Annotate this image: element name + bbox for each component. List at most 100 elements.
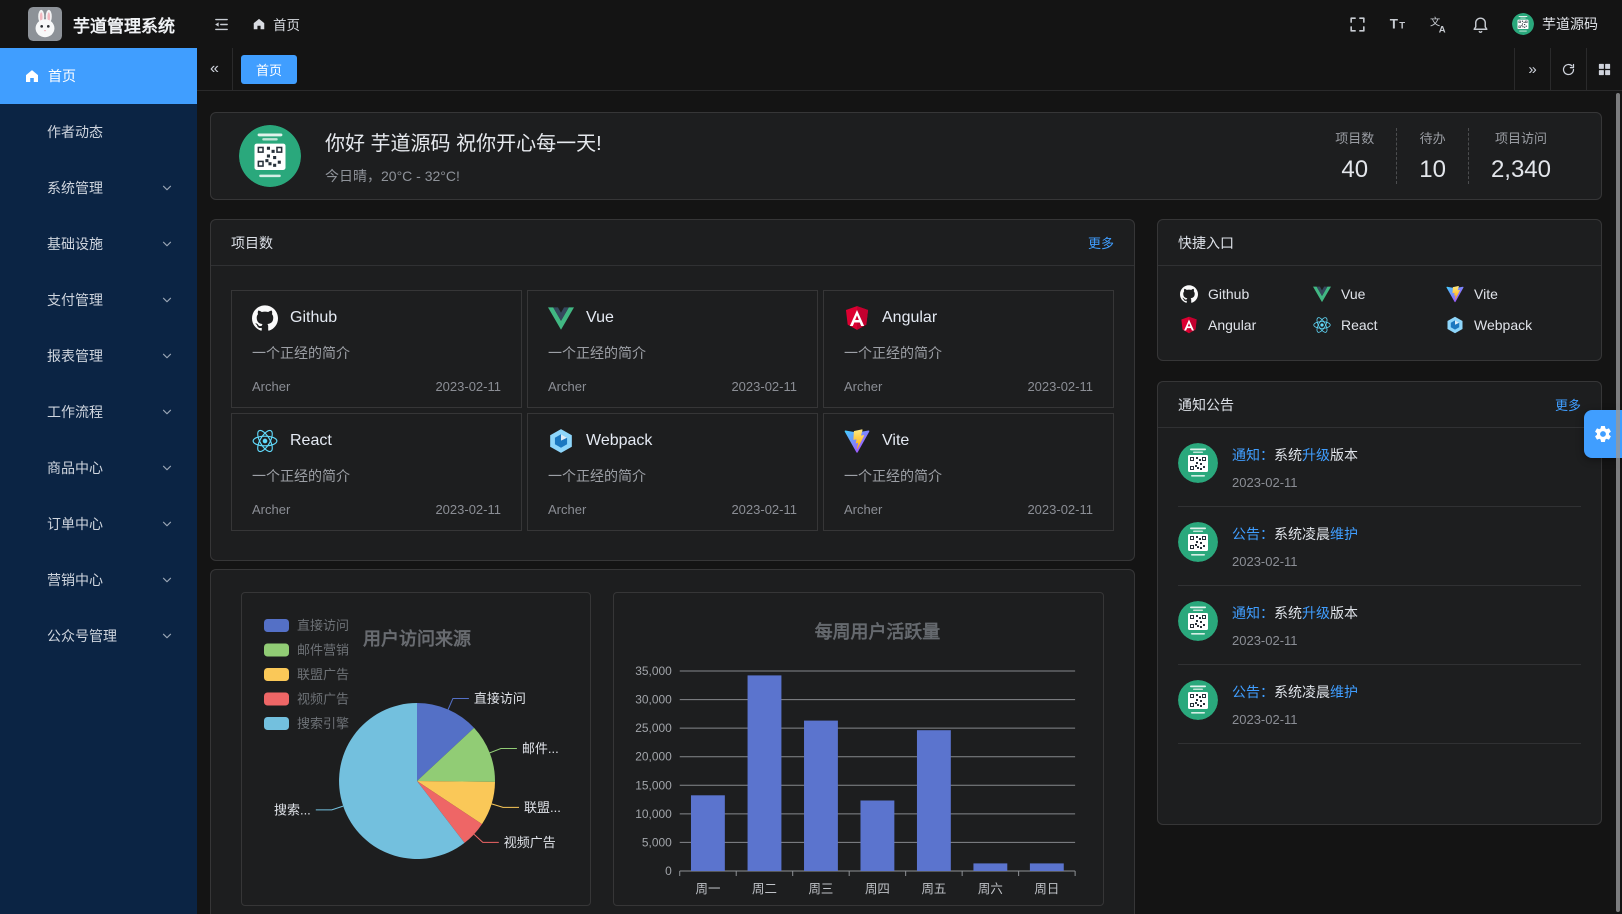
tabs-scroll-right-icon[interactable]: »: [1514, 48, 1550, 90]
notice-title[interactable]: 公告：系统凌晨维护: [1232, 682, 1358, 702]
projects-more-link[interactable]: 更多: [1088, 233, 1114, 252]
refresh-icon[interactable]: [1550, 48, 1586, 90]
svg-text:0: 0: [665, 864, 672, 878]
shortcuts-grid: Github Vue Vite AngularReactWebpack: [1158, 266, 1601, 353]
project-desc: 一个正经的简介: [844, 343, 1093, 363]
sidebar-item-作者动态[interactable]: 作者动态: [0, 104, 197, 160]
project-card-vite[interactable]: Vite一个正经的简介Archer2023-02-11: [823, 413, 1114, 531]
notice-avatar: [1178, 443, 1218, 483]
notice-date: 2023-02-11: [1232, 712, 1358, 727]
shortcut-webpack[interactable]: Webpack: [1446, 316, 1579, 334]
svg-text:每周用户活跃量: 每周用户活跃量: [815, 621, 940, 642]
notice-item: 通知：系统升级版本 2023-02-11: [1178, 586, 1581, 665]
stat-todo: 待办 10: [1396, 128, 1468, 184]
sidebar-item-支付管理[interactable]: 支付管理: [0, 272, 197, 328]
angular-icon: [844, 305, 870, 331]
svg-text:视频广告: 视频广告: [297, 692, 349, 707]
svg-text:20,000: 20,000: [635, 750, 672, 764]
chevron-down-icon: [161, 574, 173, 586]
sidebar-item-公众号管理[interactable]: 公众号管理: [0, 608, 197, 664]
chevron-down-icon: [161, 350, 173, 362]
project-name: Webpack: [586, 432, 652, 450]
svg-text:周四: 周四: [865, 882, 890, 896]
notice-item: 公告：系统凌晨维护 2023-02-11: [1178, 665, 1581, 744]
bar-周四: [860, 801, 894, 872]
sidebar-item-label: 作者动态: [47, 122, 181, 142]
pie-chart-panel: 用户访问来源直接访问邮件营销联盟广告视频广告搜索引擎直接访问邮件...联盟...…: [241, 592, 591, 906]
svg-text:周二: 周二: [752, 882, 777, 896]
sidebar-item-订单中心[interactable]: 订单中心: [0, 496, 197, 552]
sidebar-item-营销中心[interactable]: 营销中心: [0, 552, 197, 608]
fullscreen-icon[interactable]: [1348, 15, 1367, 34]
home-icon: [24, 68, 40, 84]
vite-icon: [844, 428, 870, 454]
shortcut-vite[interactable]: Vite: [1446, 285, 1579, 303]
breadcrumb-home: 首页: [273, 14, 300, 34]
notice-title[interactable]: 公告：系统凌晨维护: [1232, 524, 1358, 544]
project-card-vue[interactable]: Vue一个正经的简介Archer2023-02-11: [527, 290, 818, 408]
shortcut-angular[interactable]: Angular: [1180, 316, 1313, 334]
vertical-scrollbar[interactable]: [1616, 93, 1620, 912]
project-author: Archer: [548, 379, 586, 394]
project-card-webpack[interactable]: Webpack一个正经的简介Archer2023-02-11: [527, 413, 818, 531]
sidebar-item-商品中心[interactable]: 商品中心: [0, 440, 197, 496]
logo-area[interactable]: 芋道管理系统: [28, 7, 200, 41]
tabs-collapse-left-icon[interactable]: «: [197, 48, 233, 90]
project-author: Archer: [844, 502, 882, 517]
charts-card: 用户访问来源直接访问邮件营销联盟广告视频广告搜索引擎直接访问邮件...联盟...…: [210, 569, 1135, 914]
bell-icon[interactable]: [1471, 15, 1490, 34]
welcome-greeting: 你好 芋道源码 祝你开心每一天!: [325, 127, 602, 156]
project-name: React: [290, 432, 332, 450]
project-desc: 一个正经的简介: [844, 466, 1093, 486]
tab-home[interactable]: 首页: [241, 55, 297, 84]
shortcut-label: Vue: [1341, 286, 1365, 302]
project-author: Archer: [252, 379, 290, 394]
layout-grid-icon[interactable]: [1586, 48, 1622, 90]
sidebar-item-工作流程[interactable]: 工作流程: [0, 384, 197, 440]
svg-text:联盟...: 联盟...: [524, 800, 561, 815]
sidebar-item-基础设施[interactable]: 基础设施: [0, 216, 197, 272]
stat-projects: 项目数 40: [1313, 128, 1396, 184]
chevron-down-icon: [161, 182, 173, 194]
language-icon[interactable]: [1430, 15, 1449, 34]
project-author: Archer: [844, 379, 882, 394]
sidebar-item-label: 支付管理: [47, 290, 161, 310]
sidebar-item-首页[interactable]: 首页: [0, 48, 197, 104]
top-header: 芋道管理系统 首页 芋道源码: [0, 0, 1622, 48]
sidebar-item-系统管理[interactable]: 系统管理: [0, 160, 197, 216]
sidebar-fold-icon[interactable]: [210, 13, 232, 35]
welcome-card: 你好 芋道源码 祝你开心每一天! 今日晴，20°C - 32°C! 项目数 40…: [210, 112, 1602, 200]
shortcut-label: Github: [1208, 286, 1249, 302]
svg-text:直接访问: 直接访问: [474, 691, 526, 706]
shortcuts-card-title: 快捷入口: [1178, 233, 1234, 253]
sidebar-item-label: 系统管理: [47, 178, 161, 198]
shortcut-vue[interactable]: Vue: [1313, 285, 1446, 303]
project-desc: 一个正经的简介: [548, 343, 797, 363]
sidebar-item-label: 订单中心: [47, 514, 161, 534]
breadcrumb[interactable]: 首页: [252, 14, 300, 34]
project-card-angular[interactable]: Angular一个正经的简介Archer2023-02-11: [823, 290, 1114, 408]
welcome-stats: 项目数 40 待办 10 项目访问 2,340: [1313, 128, 1573, 184]
notice-date: 2023-02-11: [1232, 633, 1358, 648]
notice-title[interactable]: 通知：系统升级版本: [1232, 603, 1358, 623]
shortcuts-card: 快捷入口 Github Vue Vite AngularReactWebpack: [1157, 219, 1602, 361]
user-menu[interactable]: 芋道源码: [1512, 13, 1598, 35]
shortcut-github[interactable]: Github: [1180, 285, 1313, 303]
projects-grid: Github一个正经的简介Archer2023-02-11Vue一个正经的简介A…: [211, 266, 1134, 555]
font-size-icon[interactable]: [1389, 15, 1408, 34]
svg-text:周五: 周五: [921, 882, 946, 896]
sidebar-item-报表管理[interactable]: 报表管理: [0, 328, 197, 384]
svg-text:15,000: 15,000: [635, 778, 672, 792]
notices-more-link[interactable]: 更多: [1555, 395, 1581, 414]
sidebar-item-label: 首页: [48, 66, 181, 86]
chevron-down-icon: [161, 238, 173, 250]
chevron-down-icon: [161, 294, 173, 306]
shortcut-react[interactable]: React: [1313, 316, 1446, 334]
project-name: Vite: [882, 432, 909, 450]
vue-icon: [548, 305, 574, 331]
svg-text:周六: 周六: [978, 882, 1003, 896]
project-card-react[interactable]: React一个正经的简介Archer2023-02-11: [231, 413, 522, 531]
svg-text:30,000: 30,000: [635, 693, 672, 707]
project-card-github[interactable]: Github一个正经的简介Archer2023-02-11: [231, 290, 522, 408]
notice-title[interactable]: 通知：系统升级版本: [1232, 445, 1358, 465]
